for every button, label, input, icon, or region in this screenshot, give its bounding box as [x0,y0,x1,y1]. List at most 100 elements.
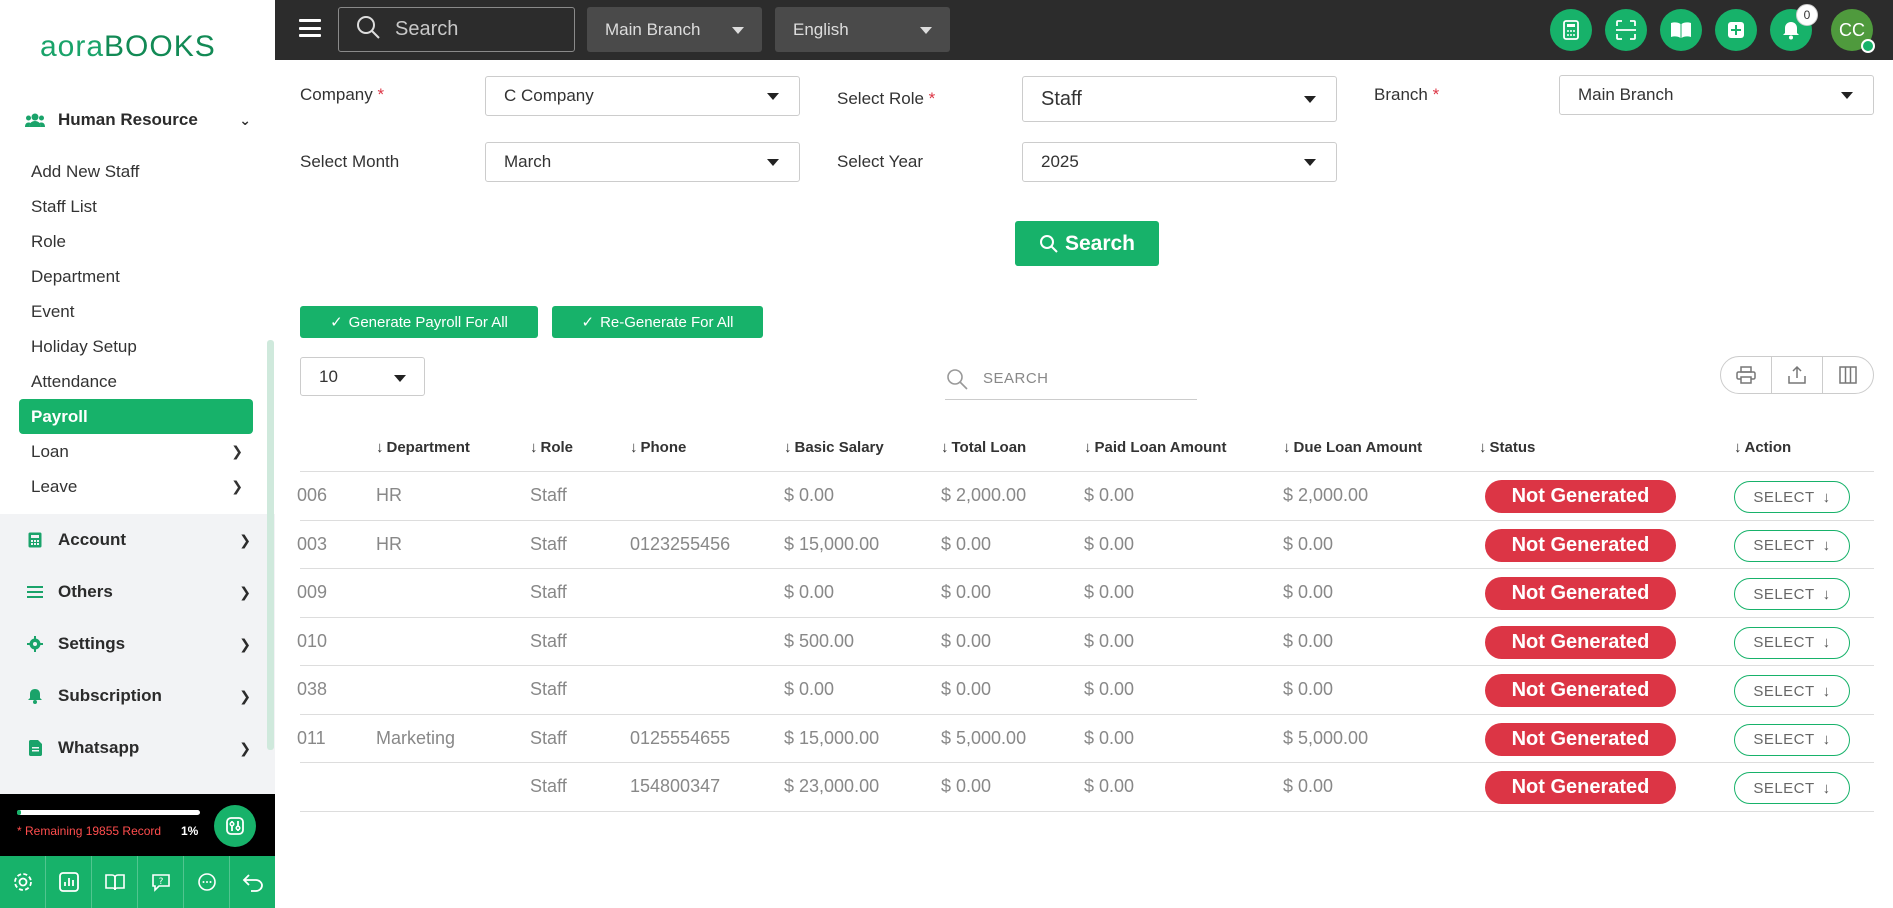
branch-select[interactable]: Main Branch [1559,75,1874,115]
sidebar-item-payroll[interactable]: Payroll [19,399,253,434]
cell-paid-loan: $ 0.00 [1084,679,1135,699]
sidebar-item-staff-list[interactable]: Staff List [19,189,253,224]
list-icon [24,585,46,599]
sidebar-item-whatsapp[interactable]: Whatsapp ❯ [0,722,275,774]
hamburger-menu-icon[interactable] [299,19,321,37]
search-button[interactable]: Search [1015,221,1159,266]
column-header-due-loan[interactable]: ↓ Due Loan Amount [1283,439,1422,456]
sidebar-item-department[interactable]: Department [19,259,253,294]
sidebar-item-loan[interactable]: Loan ❯ [19,434,253,469]
column-header-paid-loan[interactable]: ↓ Paid Loan Amount [1084,439,1226,456]
sidebar-item-event[interactable]: Event [19,294,253,329]
sidebar-item-attendance[interactable]: Attendance [19,364,253,399]
settings-icon[interactable] [0,856,46,908]
user-initials: CC [1839,19,1865,40]
notification-bell-icon[interactable]: 0 [1770,4,1818,51]
year-label: Select Year [837,152,924,171]
sidebar-item-settings[interactable]: Settings ❯ [0,618,275,670]
sidebar-scrollbar[interactable] [267,340,274,750]
company-label: Company * [300,85,384,105]
table-row: 006 HR Staff $ 0.00 $ 2,000.00 $ 0.00 $ 2,000.… [297,472,1874,521]
required-marker: * [928,89,936,108]
page-length-select[interactable]: 10 [300,357,425,396]
report-chart-icon[interactable] [46,856,92,908]
cell-basic-salary: $ 500.00 [784,630,855,651]
usage-progress-fill [17,810,21,815]
sidebar-item-others[interactable]: Others ❯ [0,566,275,618]
book-open-icon[interactable] [1660,9,1702,51]
cell-id: 038 [297,679,328,699]
book-icon[interactable] [92,856,138,908]
column-header-phone[interactable]: ↓ Phone [630,439,686,456]
column-header-status[interactable]: ↓ Status [1479,439,1535,456]
select-action-button[interactable]: SELECT ↓ [1734,675,1850,707]
company-select[interactable]: C Company [485,76,800,116]
columns-icon[interactable] [1823,357,1873,393]
toggle-icon[interactable] [214,805,256,847]
chat-icon[interactable] [184,856,230,908]
help-icon[interactable]: ? [138,856,184,908]
sidebar-item-leave[interactable]: Leave ❯ [19,469,253,504]
select-action-button[interactable]: SELECT ↓ [1734,723,1850,756]
sidebar-item-role[interactable]: Role [19,224,253,259]
select-action-label: SELECT [1753,585,1815,603]
calculator-icon[interactable] [1550,9,1592,51]
cell-paid-loan: $ 0.00 [1084,533,1135,554]
regenerate-all-button[interactable]: ✓ Re-Generate For All [552,306,763,338]
caret-down-icon [767,159,779,166]
cell-paid-loan: $ 0.00 [1084,630,1135,651]
cell-phone: 154800347 [630,776,721,796]
generate-payroll-all-button[interactable]: ✓ Generate Payroll For All [300,306,538,338]
select-action-button[interactable]: SELECT ↓ [1734,626,1850,659]
branch-dropdown[interactable]: Main Branch [587,7,762,52]
arrow-down-icon: ↓ [1822,537,1831,554]
add-icon[interactable] [1715,9,1757,51]
sidebar-item-account[interactable]: Account ❯ [0,514,275,566]
month-select[interactable]: March [485,142,800,182]
year-select[interactable]: 2025 [1022,142,1337,182]
sidebar-section-human-resource[interactable]: Human Resource ⌄ [0,94,275,146]
required-marker: * [377,85,385,104]
print-icon[interactable] [1721,357,1772,393]
language-dropdown[interactable]: English [775,7,950,52]
arrow-down-icon: ↓ [1822,779,1831,797]
cell-id: 003 [297,533,328,554]
back-icon[interactable] [230,856,275,908]
check-icon: ✓ [330,314,343,331]
cell-total-loan: $ 0.00 [941,582,992,602]
sidebar-item-add-new-staff[interactable]: Add New Staff [19,154,253,189]
select-action-button[interactable]: SELECT ↓ [1734,772,1850,804]
calculator-icon [24,532,46,548]
global-search-input[interactable]: Search [338,7,575,52]
branch-select-value: Main Branch [1578,85,1674,104]
caret-down-icon [767,93,779,100]
app-logo[interactable]: aoraBOOKS [0,0,275,94]
column-header-department[interactable]: ↓ Department [376,439,470,456]
hr-section: Human Resource ⌄ Add New Staff Staff Lis… [0,94,275,514]
table-search-input[interactable]: SEARCH [945,358,1197,400]
column-header-total-loan[interactable]: ↓ Total Loan [941,439,1026,456]
scan-icon[interactable] [1605,9,1647,51]
check-icon: ✓ [581,314,595,331]
cell-department: Marketing [376,727,456,748]
sidebar: aoraBOOKS Human Resource ⌄ Add New Staff… [0,0,275,908]
column-header-action[interactable]: ↓ Action [1734,439,1791,456]
chevron-right-icon: ❯ [231,443,243,459]
export-icon[interactable] [1772,357,1823,393]
sort-arrow-icon: ↓ [1084,439,1092,456]
company-label-text: Company [300,85,373,104]
select-action-label: SELECT [1753,779,1815,797]
select-action-button[interactable]: SELECT ↓ [1734,529,1850,562]
table-row: 009 Staff $ 0.00 $ 0.00 $ 0.00 $ 0.00 Not Gene… [297,569,1874,618]
select-action-button[interactable]: SELECT ↓ [1734,578,1850,610]
cell-basic-salary: $ 0.00 [784,582,835,602]
role-select[interactable]: Staff [1022,76,1337,122]
select-action-button[interactable]: SELECT ↓ [1734,481,1850,513]
sidebar-item-holiday-setup[interactable]: Holiday Setup [19,329,253,364]
notification-count-badge: 0 [1796,4,1818,26]
column-header-role[interactable]: ↓ Role [530,439,573,456]
user-avatar[interactable]: CC [1831,9,1875,53]
column-header-basic-salary[interactable]: ↓ Basic Salary [784,439,884,456]
sidebar-item-subscription[interactable]: Subscription ❯ [0,670,275,722]
table-body: 006 HR Staff $ 0.00 $ 2,000.00 $ 0.00 $ 2,000.… [297,472,1874,812]
